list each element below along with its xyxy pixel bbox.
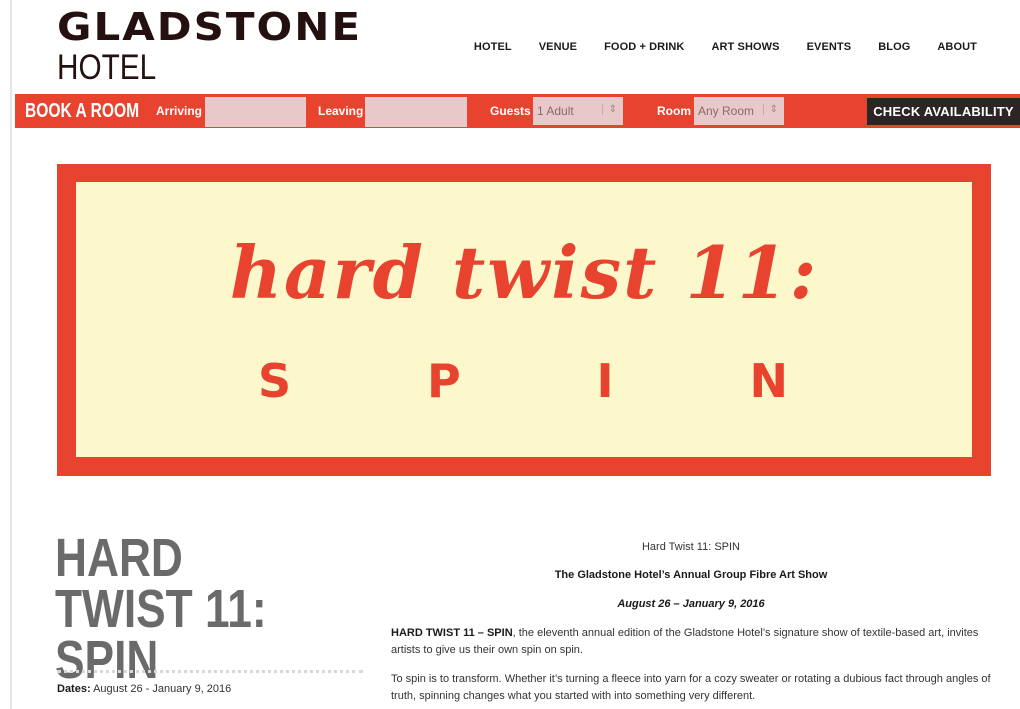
book-a-room-title: BOOK A ROOM <box>25 100 140 122</box>
banner-script-title: hard twist 11: <box>229 230 819 315</box>
booking-bar: BOOK A ROOM Arriving Leaving Guests 1 Ad… <box>15 94 1020 128</box>
article-title: Hard Twist 11: SPIN <box>641 541 741 553</box>
leaving-label: Leaving <box>318 104 364 118</box>
nav-food-drink[interactable]: FOOD + DRINK <box>604 41 684 53</box>
logo-line-2: HOTEL <box>57 48 157 87</box>
article-dates: August 26 – January 9, 2016 <box>617 598 765 610</box>
banner-spin-word: S P I N <box>258 354 788 408</box>
article-subtitle: The Gladstone Hotel’s Annual Group Fibre… <box>554 569 828 581</box>
dotted-divider <box>57 670 363 673</box>
guests-value: 1 Adult <box>537 104 574 118</box>
nav-hotel[interactable]: HOTEL <box>474 41 512 53</box>
guests-select[interactable]: 1 Adult ⇕ <box>533 97 623 125</box>
spin-letter-s: S <box>258 354 292 408</box>
dates-value: August 26 - January 9, 2016 <box>90 683 232 695</box>
site-logo[interactable]: GLADSTONE HOTEL <box>57 8 362 85</box>
logo-line-1: GLADSTONE <box>57 4 363 50</box>
room-select[interactable]: Any Room ⇕ <box>694 97 784 125</box>
paragraph-1-lead: HARD TWIST 11 – SPIN <box>391 627 513 639</box>
spin-letter-p: P <box>426 354 461 408</box>
guests-label: Guests <box>490 104 531 118</box>
show-banner: hard twist 11: S P I N <box>57 164 991 476</box>
select-arrows-icon: ⇕ <box>762 104 778 115</box>
leaving-date-input[interactable] <box>365 97 467 127</box>
banner-panel: hard twist 11: S P I N <box>76 182 972 457</box>
check-availability-button[interactable]: CHECK AVAILABILITY <box>867 98 1020 125</box>
spin-letter-n: N <box>749 354 788 408</box>
page-left-border <box>10 0 12 709</box>
room-label: Room <box>657 104 691 118</box>
spin-letter-i: I <box>596 354 614 408</box>
arriving-label: Arriving <box>156 104 203 118</box>
article-paragraph-2: To spin is to transform. Whether it’s tu… <box>391 673 991 702</box>
arriving-date-input[interactable] <box>205 97 306 127</box>
nav-venue[interactable]: VENUE <box>539 41 577 53</box>
dates-label: Dates: <box>57 683 91 695</box>
article-paragraph-1: HARD TWIST 11 – SPIN, the eleventh annua… <box>391 625 991 659</box>
page-title: HARD TWIST 11: SPIN <box>55 528 267 690</box>
main-nav: HOTEL VENUE FOOD + DRINK ART SHOWS EVENT… <box>447 41 977 53</box>
dates-line: Dates: August 26 - January 9, 2016 <box>57 683 231 695</box>
nav-art-shows[interactable]: ART SHOWS <box>711 41 779 53</box>
nav-events[interactable]: EVENTS <box>807 41 852 53</box>
select-arrows-icon: ⇕ <box>601 104 617 115</box>
room-value: Any Room <box>698 104 755 118</box>
nav-about[interactable]: ABOUT <box>937 41 977 53</box>
nav-blog[interactable]: BLOG <box>878 41 910 53</box>
